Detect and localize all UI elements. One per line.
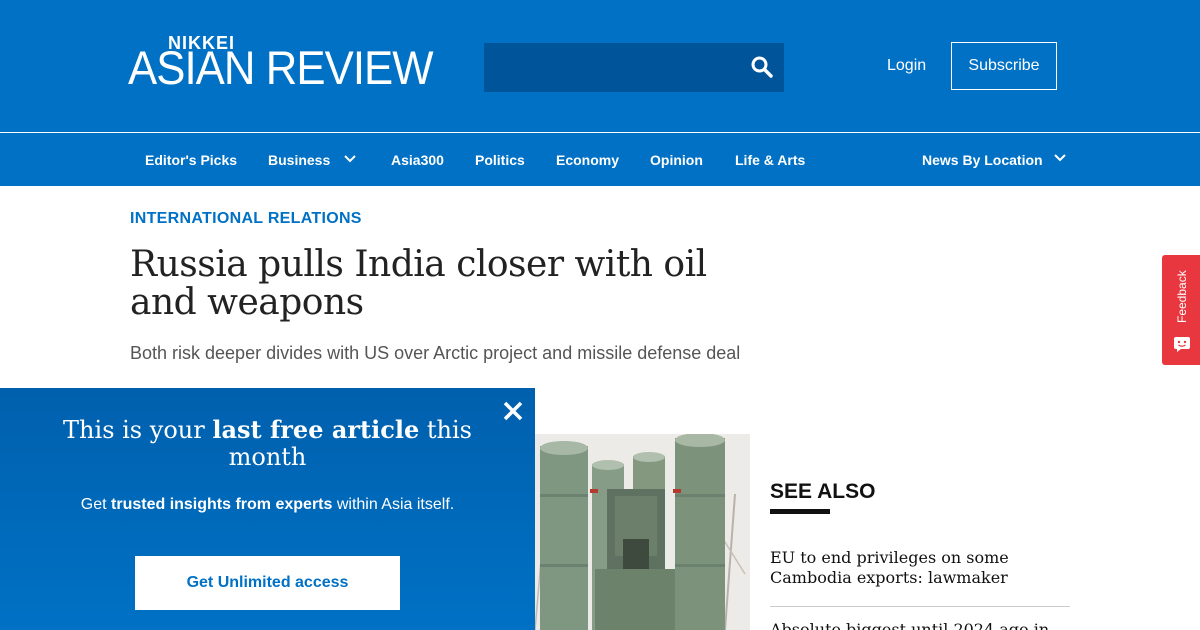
feedback-label[interactable]: Feedback	[1172, 267, 1192, 327]
logo-asian-review: ASIAN REVIEW	[128, 41, 434, 94]
article-subhead: Both risk deeper divides with US over Ar…	[130, 343, 741, 363]
paywall-subtitle: Get trusted insights from experts within…	[30, 496, 505, 514]
get-unlimited-access-button[interactable]: Get Unlimited access	[135, 556, 400, 610]
article-kicker[interactable]: INTERNATIONAL RELATIONS	[130, 210, 362, 228]
paywall-sub-post: within Asia itself.	[332, 496, 455, 513]
nav-opinion[interactable]: Opinion	[650, 152, 703, 168]
paywall-sub-bold: trusted insights from experts	[111, 496, 333, 513]
paywall-title-bold: last free article	[212, 415, 420, 444]
chevron-down-icon[interactable]	[343, 154, 357, 164]
nav-business[interactable]: Business	[268, 152, 330, 168]
paywall-title-pre: This is your	[63, 416, 213, 444]
close-icon[interactable]	[500, 398, 526, 424]
paywall-sub-pre: Get	[80, 496, 112, 513]
nav-news-by-location[interactable]: News By Location	[922, 152, 1043, 168]
article-headline: Russia pulls India closer with oil and w…	[130, 244, 707, 323]
paywall-title: This is your last free article this mont…	[40, 416, 495, 471]
see-also-heading: SEE ALSO	[770, 480, 876, 503]
missile-launcher-image	[535, 434, 750, 630]
main-nav: Editor's Picks Business Asia300 Politics…	[0, 133, 1200, 186]
feedback-icon[interactable]	[1173, 336, 1191, 352]
see-also-link[interactable]: EU to end privileges on some Cambodia ex…	[770, 548, 1075, 588]
search-icon[interactable]	[750, 55, 774, 79]
see-also-underline	[770, 509, 830, 514]
chevron-down-icon[interactable]	[1053, 153, 1067, 163]
nav-economy[interactable]: Economy	[556, 152, 619, 168]
login-link[interactable]: Login	[887, 57, 926, 75]
nav-politics[interactable]: Politics	[475, 152, 525, 168]
nav-life-arts[interactable]: Life & Arts	[735, 152, 805, 168]
nav-editors-picks[interactable]: Editor's Picks	[145, 152, 237, 168]
nav-asia300[interactable]: Asia300	[391, 152, 444, 168]
see-also-link[interactable]: Absolute biggest until 2024 ago in	[770, 620, 1075, 630]
subscribe-button[interactable]: Subscribe	[951, 42, 1057, 90]
search-input[interactable]	[484, 43, 744, 92]
see-also-divider	[770, 606, 1070, 607]
hero-image	[535, 434, 750, 630]
search-box	[484, 43, 784, 92]
